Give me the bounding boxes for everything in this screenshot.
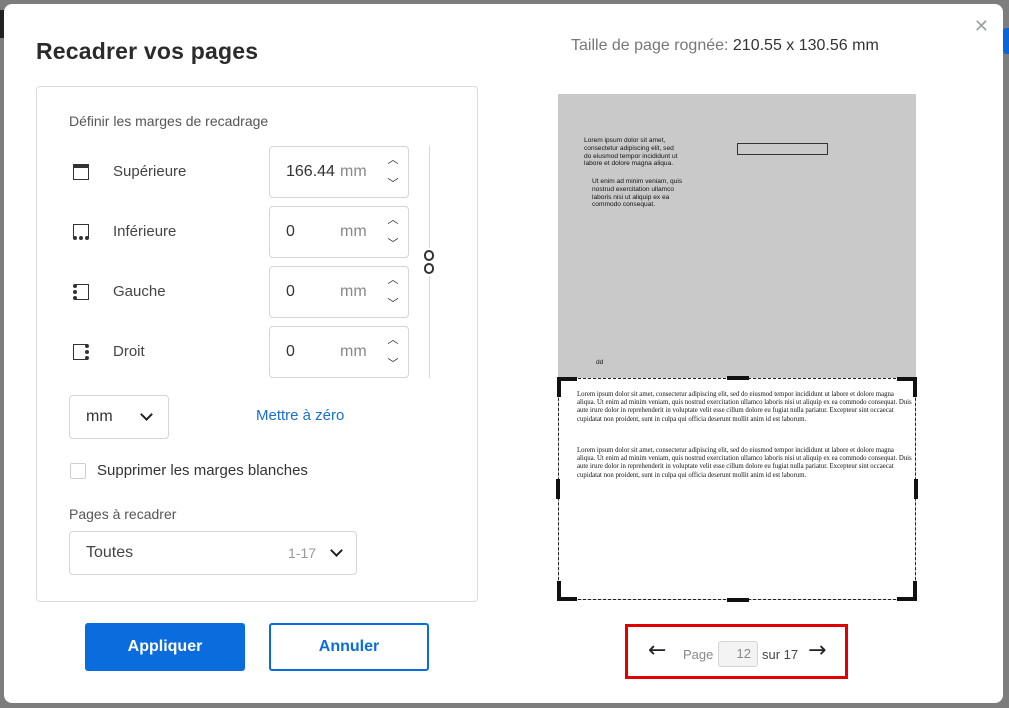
- crop-handle-bottom-right[interactable]: [897, 581, 917, 601]
- margin-left-unit: mm: [340, 283, 367, 300]
- page-number-input[interactable]: 12: [718, 641, 758, 667]
- margin-bottom-unit: mm: [340, 223, 367, 240]
- pages-select[interactable]: Toutes 1-17: [69, 531, 357, 575]
- reset-link[interactable]: Mettre à zéro: [256, 407, 344, 424]
- cropped-size-value: 210.55 x 130.56 mm: [732, 37, 879, 54]
- arrow-left-icon[interactable]: ←: [648, 640, 666, 662]
- margin-bottom-value[interactable]: 0: [286, 223, 295, 241]
- margin-left-icon: [73, 284, 89, 300]
- increment-icon[interactable]: ︿: [386, 153, 400, 167]
- increment-icon[interactable]: ︿: [386, 333, 400, 347]
- crop-handle-top-right[interactable]: [897, 377, 917, 397]
- margin-row-right: Droit 0 mm ︿ ﹀: [73, 326, 413, 378]
- pages-select-value: Toutes: [86, 544, 134, 561]
- margin-right-input[interactable]: 0 mm ︿ ﹀: [269, 326, 409, 378]
- crop-handle-left[interactable]: [556, 479, 560, 499]
- pages-to-crop-label: Pages à recadrer: [69, 506, 177, 522]
- background-button-edge: [1003, 28, 1009, 54]
- preview-rectangle: [737, 143, 828, 155]
- decrement-icon[interactable]: ﹀: [386, 357, 400, 371]
- pages-range: 1-17: [288, 545, 317, 561]
- margin-left-input[interactable]: 0 mm ︿ ﹀: [269, 266, 409, 318]
- margin-top-unit: mm: [340, 163, 367, 180]
- margin-top-label: Supérieure: [113, 163, 187, 180]
- preview-text-block: Ut enim ad minim veniam, quis nostrud ex…: [592, 178, 683, 209]
- crop-handle-top[interactable]: [727, 376, 749, 380]
- margin-top-value[interactable]: 166.44: [286, 163, 335, 181]
- margin-left-label: Gauche: [113, 283, 166, 300]
- margin-bottom-label: Inférieure: [113, 223, 177, 240]
- arrow-right-icon[interactable]: →: [808, 640, 826, 662]
- remove-white-margins-checkbox[interactable]: [70, 463, 86, 479]
- margin-right-unit: mm: [340, 343, 367, 360]
- crop-handle-top-left[interactable]: [557, 377, 577, 397]
- dialog-title: Recadrer vos pages: [36, 38, 259, 64]
- decrement-icon[interactable]: ﹀: [386, 177, 400, 191]
- chevron-down-icon: [330, 544, 343, 557]
- chain-link-icon[interactable]: [422, 248, 436, 276]
- crop-handle-bottom[interactable]: [727, 598, 749, 602]
- crop-handle-right[interactable]: [914, 479, 918, 499]
- increment-icon[interactable]: ︿: [386, 213, 400, 227]
- crop-pages-dialog: ✕ Recadrer vos pages Taille de page rogn…: [4, 4, 1003, 703]
- increment-icon[interactable]: ︿: [386, 273, 400, 287]
- chevron-down-icon: [140, 408, 153, 421]
- close-icon[interactable]: ✕: [974, 16, 989, 37]
- crop-handle-bottom-left[interactable]: [557, 581, 577, 601]
- page-label: Page: [683, 647, 714, 662]
- margin-bottom-input[interactable]: 0 mm ︿ ﹀: [269, 206, 409, 258]
- crop-selection-box[interactable]: [556, 376, 918, 602]
- page-navigator: ← Page 12 sur 17 →: [625, 624, 848, 679]
- decrement-icon[interactable]: ﹀: [386, 297, 400, 311]
- preview-text-small: dd: [596, 359, 604, 366]
- margin-top-input[interactable]: 166.44 mm ︿ ﹀: [269, 146, 409, 198]
- margin-right-label: Droit: [113, 343, 145, 360]
- margin-row-top: Supérieure 166.44 mm ︿ ﹀: [73, 146, 413, 198]
- margin-bottom-icon: [73, 224, 89, 240]
- page-total: sur 17: [762, 647, 799, 662]
- margins-section-label: Définir les marges de recadrage: [69, 113, 269, 129]
- apply-button[interactable]: Appliquer: [85, 623, 245, 671]
- cropped-size-label: Taille de page rognée:: [571, 37, 729, 54]
- preview-text-block: Lorem ipsum dolor sit amet, consectetur …: [584, 137, 678, 168]
- remove-white-margins-label[interactable]: Supprimer les marges blanches: [97, 462, 308, 479]
- margin-row-left: Gauche 0 mm ︿ ﹀: [73, 266, 413, 318]
- margin-right-icon: [73, 344, 89, 360]
- margin-row-bottom: Inférieure 0 mm ︿ ﹀: [73, 206, 413, 258]
- unit-select[interactable]: mm: [69, 395, 169, 439]
- margin-left-value[interactable]: 0: [286, 283, 295, 301]
- cancel-button[interactable]: Annuler: [269, 623, 429, 671]
- cropped-size-info: Taille de page rognée: 210.55 x 130.56 m…: [571, 37, 879, 55]
- unit-select-value: mm: [86, 408, 113, 425]
- margin-right-value[interactable]: 0: [286, 343, 295, 361]
- decrement-icon[interactable]: ﹀: [386, 237, 400, 251]
- margin-top-icon: [73, 164, 89, 180]
